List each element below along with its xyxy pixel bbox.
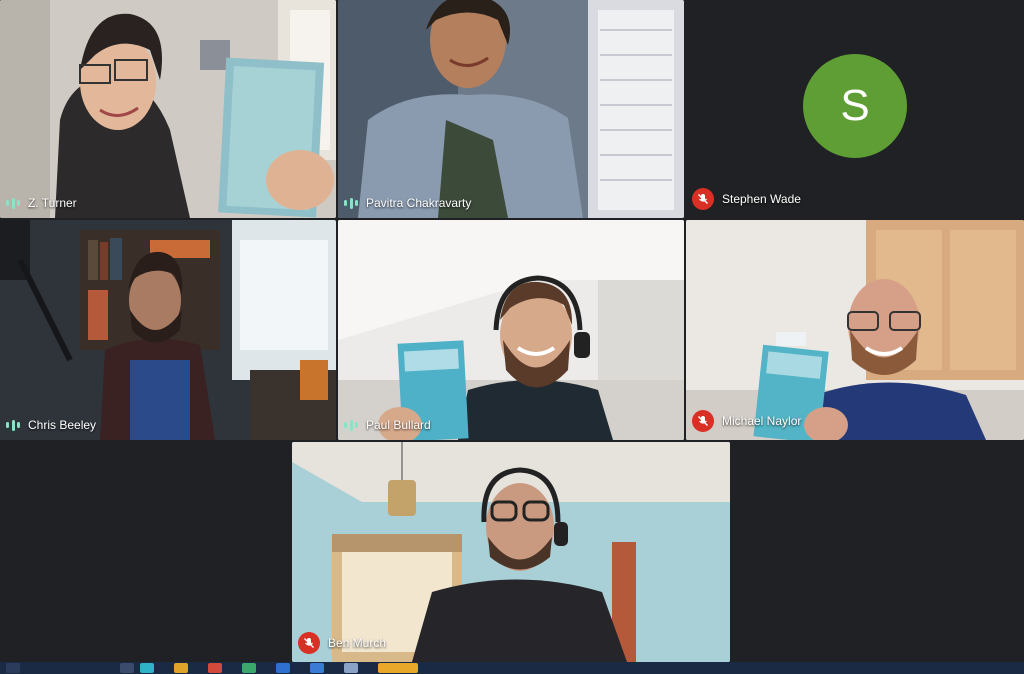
name-label: Chris Beeley <box>6 418 96 432</box>
taskbar-app-icon[interactable] <box>242 663 256 673</box>
taskbar-app-icon[interactable] <box>344 663 358 673</box>
video-call-grid: Z. Turner Pavitra Chakravarty S Stephen … <box>0 0 1024 674</box>
participant-video <box>338 0 684 218</box>
participant-name: Ben Murch <box>328 636 387 650</box>
mic-muted-icon <box>692 410 714 432</box>
audio-level-icon <box>344 197 358 209</box>
participant-tile-ben-murch[interactable]: Ben Murch <box>292 442 730 662</box>
taskbar-app-icon[interactable] <box>276 663 290 673</box>
participant-name: Chris Beeley <box>28 418 97 432</box>
participant-name: Stephen Wade <box>722 192 801 206</box>
mic-muted-icon <box>692 188 714 210</box>
participant-video <box>0 220 336 440</box>
participant-video <box>686 220 1024 440</box>
name-label: Stephen Wade <box>692 188 801 210</box>
taskbar-app-icon[interactable] <box>120 663 134 673</box>
participant-name: Paul Bullard <box>366 418 431 432</box>
taskbar-app-icon[interactable] <box>140 663 154 673</box>
participant-tile-z-turner[interactable]: Z. Turner <box>0 0 336 218</box>
os-taskbar <box>0 662 1024 674</box>
audio-level-icon <box>6 197 20 209</box>
audio-level-icon <box>344 419 358 431</box>
participant-tile-michael-naylor[interactable]: Michael Naylor <box>686 220 1024 440</box>
name-label: Michael Naylor <box>692 410 801 432</box>
name-label: Pavitra Chakravarty <box>344 196 471 210</box>
avatar-letter: S <box>840 81 870 130</box>
participant-tile-pavitra-chakravarty[interactable]: Pavitra Chakravarty <box>338 0 684 218</box>
participant-video <box>292 442 730 662</box>
avatar: S <box>803 54 907 158</box>
audio-level-icon <box>6 419 20 431</box>
name-label: Ben Murch <box>298 632 386 654</box>
name-label: Z. Turner <box>6 196 77 210</box>
participant-tile-stephen-wade[interactable]: S Stephen Wade <box>686 0 1024 218</box>
participant-video <box>338 220 684 440</box>
participant-name: Pavitra Chakravarty <box>366 196 472 210</box>
participant-video <box>0 0 336 218</box>
taskbar-app-icon[interactable] <box>310 663 324 673</box>
participant-tile-chris-beeley[interactable]: Chris Beeley <box>0 220 336 440</box>
participant-name: Michael Naylor <box>722 414 802 428</box>
participant-name: Z. Turner <box>28 196 77 210</box>
taskbar-app-icon[interactable] <box>6 663 20 673</box>
taskbar-app-icon[interactable] <box>378 663 418 673</box>
name-label: Paul Bullard <box>344 418 431 432</box>
taskbar-app-icon[interactable] <box>174 663 188 673</box>
participant-tile-paul-bullard[interactable]: Paul Bullard <box>338 220 684 440</box>
taskbar-app-icon[interactable] <box>208 663 222 673</box>
mic-muted-icon <box>298 632 320 654</box>
